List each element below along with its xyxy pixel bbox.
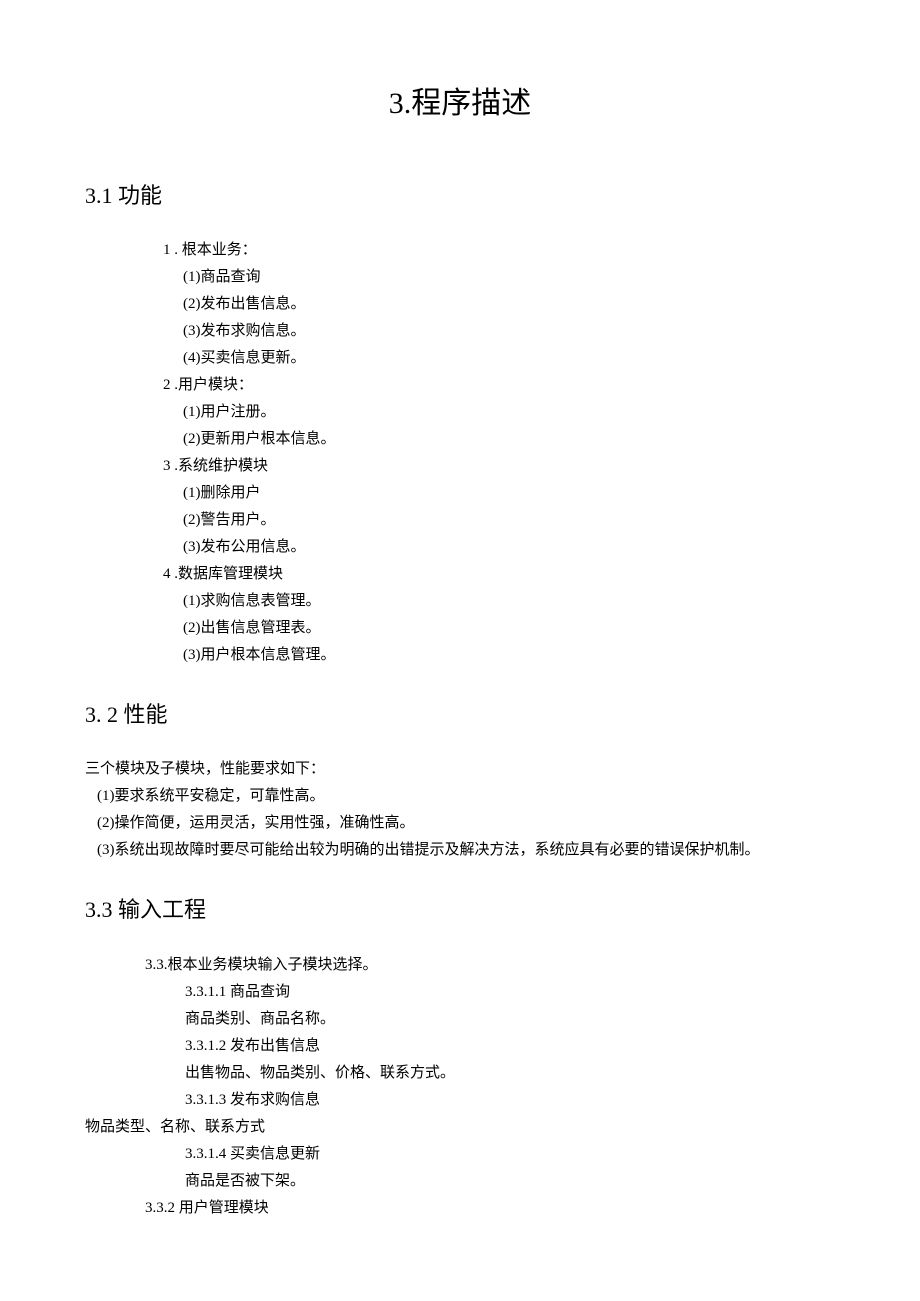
- list-label: .用户模块：: [171, 377, 254, 393]
- list-item: (4)买卖信息更新。: [85, 346, 835, 370]
- list-num: 4: [163, 566, 171, 582]
- body-text: 3.3.1.4 买卖信息更新: [85, 1142, 835, 1166]
- list-label: . 根本业务：: [171, 242, 257, 258]
- list-item: (2)发布出售信息。: [85, 292, 835, 316]
- section-3-1-heading: 3.1 功能: [85, 178, 835, 213]
- body-text: 3.3.1.1 商品查询: [85, 980, 835, 1004]
- body-text: 商品是否被下架。: [85, 1169, 835, 1193]
- list-item: (3)发布求购信息。: [85, 319, 835, 343]
- body-text: 物品类型、名称、联系方式: [85, 1115, 835, 1139]
- list-label: .系统维护模块: [171, 458, 269, 474]
- body-text: 出售物品、物品类别、价格、联系方式。: [85, 1061, 835, 1085]
- page-title: 3.程序描述: [85, 80, 835, 128]
- list-item: (2)警告用户。: [85, 508, 835, 532]
- section-3-2-body: 三个模块及子模块，性能要求如下： (1)要求系统平安稳定，可靠性高。 (2)操作…: [85, 757, 835, 862]
- list-num: 2: [163, 377, 171, 393]
- list-item: (2)操作简便，运用灵活，实用性强，准确性高。: [85, 811, 835, 835]
- body-text: 三个模块及子模块，性能要求如下：: [85, 757, 835, 781]
- body-text: 3.3.2 用户管理模块: [85, 1196, 835, 1220]
- list-item: (2)更新用户根本信息。: [85, 427, 835, 451]
- body-text: 3.3.1.3 发布求购信息: [85, 1088, 835, 1112]
- list-item: (1)用户注册。: [85, 400, 835, 424]
- list-item: (3)用户根本信息管理。: [85, 643, 835, 667]
- list-item: (1)商品查询: [85, 265, 835, 289]
- section-3-3-heading: 3.3 输入工程: [85, 892, 835, 927]
- section-3-1-body: 1 . 根本业务： (1)商品查询 (2)发布出售信息。 (3)发布求购信息。 …: [85, 238, 835, 667]
- list-label: .数据库管理模块: [171, 566, 284, 582]
- list-item: (3)系统出现故障时要尽可能给出较为明确的出错提示及解决方法，系统应具有必要的错…: [85, 838, 835, 862]
- body-text: 商品类别、商品名称。: [85, 1007, 835, 1031]
- list-item: (2)出售信息管理表。: [85, 616, 835, 640]
- list-num: 3: [163, 458, 171, 474]
- section-3-3-body: 3.3.根本业务模块输入子模块选择。 3.3.1.1 商品查询 商品类别、商品名…: [85, 953, 835, 1220]
- list-item: (1)要求系统平安稳定，可靠性高。: [85, 784, 835, 808]
- list-item: (1)删除用户: [85, 481, 835, 505]
- body-text: 3.3.1.2 发布出售信息: [85, 1034, 835, 1058]
- list-num: 1: [163, 242, 171, 258]
- body-text: 3.3.根本业务模块输入子模块选择。: [85, 953, 835, 977]
- list-item: (1)求购信息表管理。: [85, 589, 835, 613]
- section-3-2-heading: 3. 2 性能: [85, 697, 835, 732]
- list-item: (3)发布公用信息。: [85, 535, 835, 559]
